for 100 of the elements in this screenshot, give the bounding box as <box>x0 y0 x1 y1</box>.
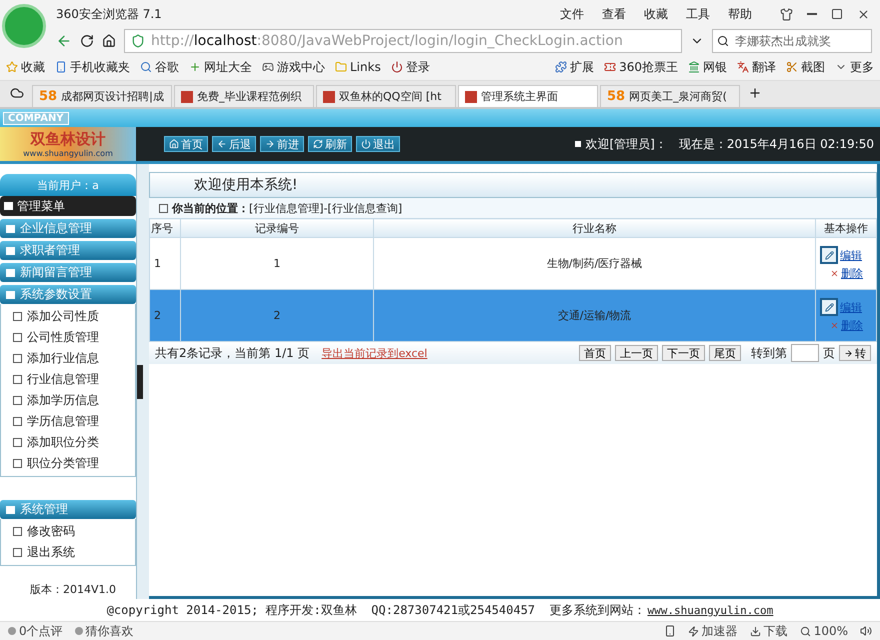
favicon-icon <box>465 90 477 102</box>
menu-item[interactable]: 学历信息管理 <box>1 411 135 432</box>
delete-icon <box>830 269 839 278</box>
favicon-icon <box>181 90 193 102</box>
refresh-icon <box>313 139 323 149</box>
status-item[interactable]: 猜你喜欢 <box>74 622 134 640</box>
bookmark-item[interactable]: 谷歌 <box>140 58 179 76</box>
star-icon <box>6 61 18 73</box>
pager-button[interactable]: 上一页 <box>615 345 658 361</box>
bookmark-item[interactable]: 手机收藏夹 <box>55 58 130 76</box>
plus-icon <box>189 61 201 73</box>
status-item[interactable]: 下载 <box>750 622 788 640</box>
export-link[interactable]: 导出当前记录到excel <box>322 346 428 360</box>
current-user-bar: 当前用户：a <box>0 174 136 196</box>
copyright-text: @copyright 2014-2015; 程序开发:双鱼林 QQ:287307421或254540457 更多系统到网站： <box>106 602 646 618</box>
bookmark-item[interactable]: Links <box>335 60 381 74</box>
extension-item[interactable]: 网银 <box>688 58 727 76</box>
menu-item[interactable]: 文件 <box>560 6 584 22</box>
extension-item[interactable]: 扩展 <box>555 58 594 76</box>
browser-tab[interactable]: 免费_毕业课程范例织 <box>174 85 314 107</box>
home-icon <box>102 34 116 48</box>
status-item[interactable]: 0个点评 <box>8 622 63 640</box>
menu-item[interactable]: 行业信息管理 <box>1 369 135 390</box>
browser-tab[interactable]: 58 网页美工_泉河商贸( <box>600 85 740 107</box>
maximize-icon <box>831 8 843 20</box>
arrow-right-icon <box>844 348 853 358</box>
menu-item[interactable]: 修改密码 <box>1 521 135 542</box>
splitter[interactable] <box>136 164 149 599</box>
lightning-icon <box>688 626 699 636</box>
menu-item[interactable]: 添加行业信息 <box>1 348 135 369</box>
website-link[interactable]: www.shuangyulin.com <box>647 604 774 616</box>
puzzle-icon <box>555 61 568 73</box>
speaker-icon <box>860 625 872 637</box>
translate-icon <box>737 61 749 73</box>
scissors-icon <box>786 61 798 73</box>
table-cell: 1 <box>150 238 180 290</box>
clock-text: 现在是：2015年4月16日 02:19:50 <box>678 136 874 152</box>
browser-tab[interactable]: 双鱼林的QQ空间 [ht <box>316 85 456 107</box>
pager-button[interactable]: 下一页 <box>662 345 705 361</box>
menu-item[interactable]: 帮助 <box>728 6 752 22</box>
breadcrumb: 你当前的位置：[行业信息管理]-[行业信息查询] <box>172 200 402 216</box>
zoom-icon <box>800 626 811 636</box>
pager-button[interactable]: 首页 <box>579 345 611 361</box>
table-row[interactable]: 1 1 生物/制药/医疗器械 编辑 删除 <box>150 238 876 290</box>
search-icon <box>717 35 729 47</box>
menu-item[interactable]: 公司性质管理 <box>1 327 135 348</box>
menu-item[interactable]: 职位分类管理 <box>1 453 135 474</box>
back-icon <box>56 33 72 49</box>
column-header: 序号 <box>150 218 180 238</box>
delete-link[interactable]: 删除 <box>820 266 872 281</box>
shield-icon <box>131 34 145 48</box>
welcome-text: 欢迎[管理员]： <box>585 136 667 152</box>
delete-icon <box>830 321 839 330</box>
cloud-icon <box>10 86 24 100</box>
phone-icon <box>55 61 67 73</box>
shirt-icon <box>780 8 793 20</box>
extension-item[interactable]: 截图 <box>786 58 825 76</box>
menu-item[interactable]: 添加公司性质 <box>1 306 135 327</box>
edit-link[interactable]: 编辑 <box>820 246 872 264</box>
phone-icon <box>664 625 676 637</box>
address-field[interactable]: http://localhost:8080/JavaWebProject/login/login_CheckLogin.action <box>124 29 682 53</box>
extension-item[interactable]: 360抢票王 <box>604 58 678 76</box>
status-item[interactable]: 加速器 <box>688 622 738 640</box>
menu-item[interactable]: 添加学历信息 <box>1 390 135 411</box>
nav-button[interactable]: 退出 <box>356 136 400 152</box>
menu-item[interactable]: 收藏 <box>644 6 668 22</box>
bookmark-item[interactable]: 登录 <box>390 58 430 76</box>
extension-item[interactable]: 翻译 <box>737 58 776 76</box>
column-header: 基本操作 <box>816 218 876 238</box>
folder-icon <box>335 61 347 73</box>
status-item[interactable]: 100% <box>800 624 848 638</box>
nav-button[interactable]: 前进 <box>260 136 304 152</box>
nav-button[interactable]: 后退 <box>212 136 256 152</box>
search-field[interactable]: 李娜获杰出成就奖 <box>733 33 857 49</box>
menu-item[interactable]: 添加职位分类 <box>1 432 135 453</box>
column-header: 行业名称 <box>374 218 816 238</box>
browser-tab[interactable]: 管理系统主界面 <box>458 85 598 107</box>
browser-tab[interactable]: 58 成都网页设计招聘|成 <box>32 85 172 107</box>
bookmark-item[interactable]: 网址大全 <box>189 58 252 76</box>
download-icon <box>750 626 761 636</box>
extension-item[interactable]: 更多 <box>835 58 874 76</box>
ticket-icon <box>604 61 616 73</box>
home-icon <box>169 139 179 149</box>
search-icon <box>140 61 152 73</box>
new-tab-icon <box>748 86 762 100</box>
column-header: 记录编号 <box>180 218 374 238</box>
nav-button[interactable]: 刷新 <box>308 136 352 152</box>
nav-button[interactable]: 首页 <box>164 136 208 152</box>
pager-button[interactable]: 尾页 <box>709 345 741 361</box>
page-input[interactable] <box>791 344 819 362</box>
go-button[interactable]: 转 <box>839 345 871 361</box>
bank-icon <box>688 61 700 73</box>
page-label: 页 <box>823 344 835 362</box>
search-box[interactable]: 李娜获杰出成就奖 <box>712 29 872 53</box>
menu-item[interactable]: 退出系统 <box>1 542 135 563</box>
bookmark-item[interactable]: 收藏 <box>6 58 45 76</box>
bookmark-item[interactable]: 游戏中心 <box>262 58 325 76</box>
menu-item[interactable]: 工具 <box>686 6 710 22</box>
menu-item[interactable]: 查看 <box>602 6 626 22</box>
welcome-banner: 欢迎使用本系统! <box>149 172 877 198</box>
